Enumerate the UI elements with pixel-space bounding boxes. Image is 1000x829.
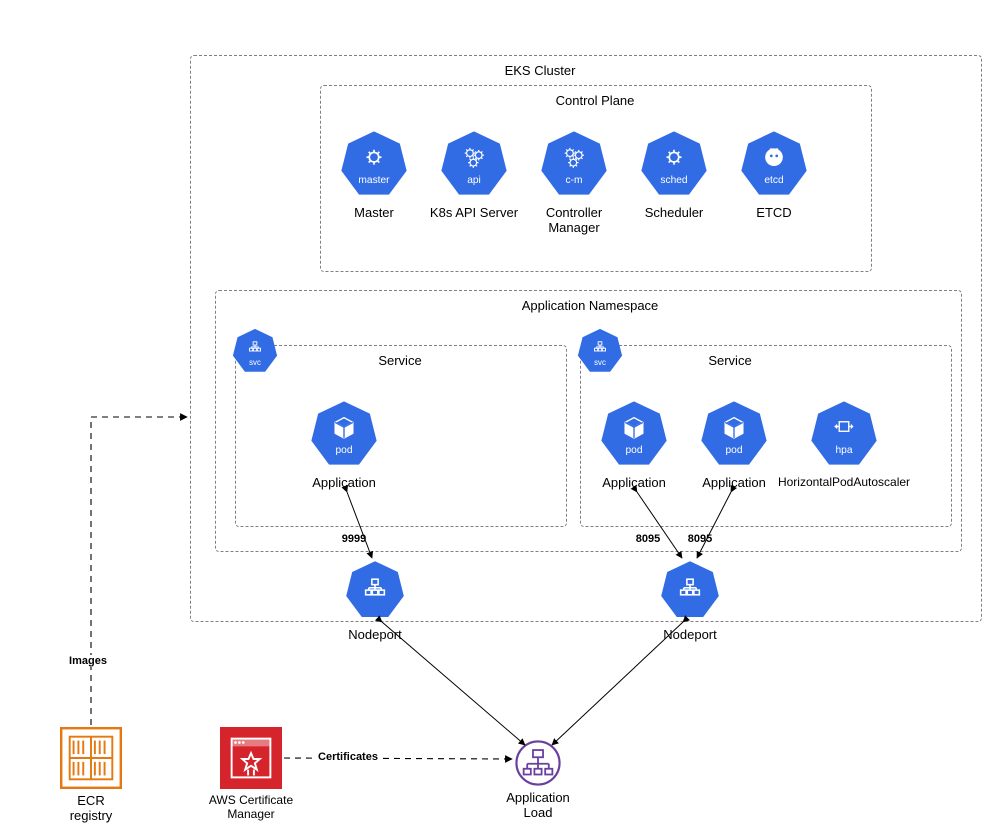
alb-icon bbox=[515, 740, 561, 791]
eks-cluster-title: EKS Cluster bbox=[505, 63, 576, 78]
svg-text:pod: pod bbox=[336, 445, 353, 456]
nodeport-2-icon bbox=[660, 560, 720, 620]
pod-s2b-icon: pod bbox=[700, 400, 768, 468]
svg-text:svc: svc bbox=[594, 358, 606, 367]
app-namespace-title: Application Namespace bbox=[522, 298, 659, 313]
k8s-master-label: Master bbox=[354, 205, 394, 220]
svg-text:c-m: c-m bbox=[566, 175, 583, 186]
k8s-master-tag: master bbox=[358, 175, 390, 186]
edge-certs-label: Certificates bbox=[315, 751, 381, 763]
svg-text:api: api bbox=[467, 175, 481, 186]
k8s-sched-label: Scheduler bbox=[645, 205, 704, 220]
svg-text:etcd: etcd bbox=[764, 175, 784, 186]
svc-badge-1-icon: svc bbox=[232, 328, 278, 374]
service-title-2: Service bbox=[708, 353, 751, 368]
nodeport-1-label: Nodeport bbox=[348, 627, 401, 642]
port-s2a: 8095 bbox=[636, 533, 660, 545]
pod-s2b-label: Application bbox=[702, 475, 766, 490]
k8s-master-icon: master bbox=[340, 130, 408, 198]
k8s-etcd-icon: etcd bbox=[740, 130, 808, 198]
k8s-api-icon: api bbox=[440, 130, 508, 198]
acm-label: AWS Certificate Manager bbox=[201, 793, 301, 821]
nodeport-2-label: Nodeport bbox=[663, 627, 716, 642]
pod-s1-icon: pod bbox=[310, 400, 378, 468]
acm-icon bbox=[220, 727, 282, 794]
alb-label: Application Load bbox=[493, 790, 583, 820]
svg-text:svc: svc bbox=[249, 358, 261, 367]
pod-s2a-label: Application bbox=[602, 475, 666, 490]
k8s-etcd-label: ETCD bbox=[756, 205, 791, 220]
nodeport-1-icon bbox=[345, 560, 405, 620]
edge-images-label: Images bbox=[66, 655, 110, 667]
svg-text:sched: sched bbox=[660, 175, 688, 186]
k8s-sched-icon: sched bbox=[640, 130, 708, 198]
svg-text:hpa: hpa bbox=[836, 445, 853, 456]
svg-text:pod: pod bbox=[726, 445, 743, 456]
pod-s2a-icon: pod bbox=[600, 400, 668, 468]
port-s2b: 8095 bbox=[688, 533, 712, 545]
control-plane-title: Control Plane bbox=[556, 93, 635, 108]
svc-badge-2-icon: svc bbox=[577, 328, 623, 374]
k8s-cm-icon: c-m bbox=[540, 130, 608, 198]
service-title-1: Service bbox=[378, 353, 421, 368]
k8s-cm-label: Controller Manager bbox=[534, 205, 614, 235]
service-box-1 bbox=[235, 345, 567, 527]
ecr-label: ECR registry bbox=[56, 793, 126, 823]
svg-text:pod: pod bbox=[626, 445, 643, 456]
pod-s1-label: Application bbox=[312, 475, 376, 490]
hpa-label: HorizontalPodAutoscaler bbox=[778, 475, 910, 489]
k8s-api-label: K8s API Server bbox=[430, 205, 518, 220]
hpa-icon: hpa bbox=[810, 400, 878, 468]
port-s1: 9999 bbox=[342, 533, 366, 545]
ecr-icon bbox=[60, 727, 122, 794]
